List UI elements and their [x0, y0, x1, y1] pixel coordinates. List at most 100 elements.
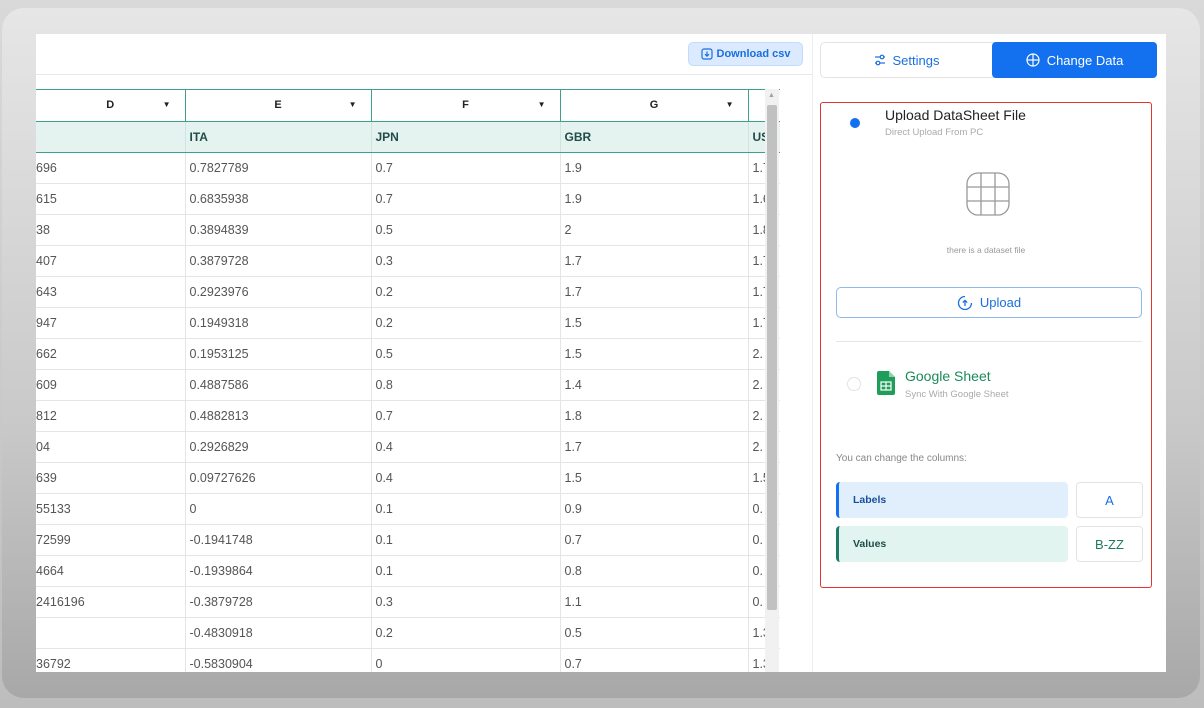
table-cell[interactable]: 0.2 [371, 307, 561, 339]
table-cell[interactable]: 947 [36, 307, 186, 339]
table-cell[interactable]: 55133 [36, 493, 186, 525]
table-row: 407 0.3879728 0.3 1.7 1.7 [36, 245, 780, 277]
values-column-input[interactable]: B-ZZ [1076, 526, 1143, 562]
table-cell[interactable]: 696 [36, 152, 186, 184]
table-cell[interactable]: 1.1 [560, 586, 749, 618]
download-csv-button[interactable]: Download csv [688, 42, 803, 66]
settings-sliders-icon [874, 54, 885, 66]
table-cell[interactable]: 0.4 [371, 462, 561, 494]
table-cell[interactable]: 1.5 [560, 338, 749, 370]
table-cell[interactable]: 0.7 [371, 400, 561, 432]
table-cell[interactable]: 0.4887586 [185, 369, 372, 401]
table-cell[interactable]: 1.7 [560, 431, 749, 463]
table-cell[interactable]: 662 [36, 338, 186, 370]
table-cell[interactable]: 0 [371, 648, 561, 672]
table-cell[interactable]: 0.9 [560, 493, 749, 525]
table-cell[interactable]: 0.3 [371, 586, 561, 618]
spreadsheet-grid[interactable]: D ▼ E ▼ F ▼ G ▼ ITA JPN GBR US 696 0.7827789 0.7 1.9 1… [36, 89, 780, 672]
table-cell[interactable]: 0.2 [371, 617, 561, 649]
table-cell[interactable]: -0.5830904 [185, 648, 372, 672]
table-cell[interactable]: 0.1 [371, 493, 561, 525]
column-letter: F [462, 99, 469, 111]
table-cell[interactable]: 0.5 [371, 338, 561, 370]
upload-button[interactable]: Upload [836, 287, 1142, 318]
labels-column-input[interactable]: A [1076, 482, 1143, 518]
table-cell[interactable]: 1.7 [560, 276, 749, 308]
vertical-scrollbar[interactable]: ▲ [765, 89, 779, 672]
column-dropdown-icon[interactable]: ▼ [349, 100, 357, 109]
table-cell[interactable]: 2416196 [36, 586, 186, 618]
table-cell[interactable]: 0.2 [371, 276, 561, 308]
table-cell[interactable]: 0.09727626 [185, 462, 372, 494]
column-letter: G [649, 99, 659, 111]
download-icon [700, 48, 713, 60]
table-cell[interactable]: 0.5 [560, 617, 749, 649]
table-cell[interactable]: -0.4830918 [185, 617, 372, 649]
table-cell[interactable]: 72599 [36, 524, 186, 556]
table-cell[interactable]: 0.4882813 [185, 400, 372, 432]
table-cell[interactable]: 1.9 [560, 183, 749, 215]
table-cell[interactable]: 0 [185, 493, 372, 525]
table-cell[interactable]: -0.1941748 [185, 524, 372, 556]
table-cell[interactable]: 615 [36, 183, 186, 215]
table-cell[interactable]: 4664 [36, 555, 186, 587]
table-cell[interactable]: 0.3 [371, 245, 561, 277]
table-cell[interactable]: 0.1949318 [185, 307, 372, 339]
table-cell[interactable]: 36792 [36, 648, 186, 672]
table-cell[interactable]: 639 [36, 462, 186, 494]
table-cell[interactable]: 38 [36, 214, 186, 246]
column-dropdown-icon[interactable]: ▼ [163, 100, 171, 109]
table-cell[interactable]: 0.6835938 [185, 183, 372, 215]
table-cell[interactable]: 04 [36, 431, 186, 463]
table-cell[interactable]: 0.2926829 [185, 431, 372, 463]
table-cell[interactable]: 0.4 [371, 431, 561, 463]
scrollbar-thumb[interactable] [767, 105, 777, 610]
table-cell[interactable]: 1.5 [560, 462, 749, 494]
column-letter-header[interactable]: F ▼ [371, 89, 561, 122]
table-cell[interactable] [36, 617, 186, 649]
table-cell[interactable]: 0.7 [560, 524, 749, 556]
table-cell[interactable]: 0.1 [371, 524, 561, 556]
table-cell[interactable]: 1.4 [560, 369, 749, 401]
table-cell[interactable]: 1.5 [560, 307, 749, 339]
table-cell[interactable]: 0.7827789 [185, 152, 372, 184]
column-letter: E [274, 99, 282, 111]
table-cell[interactable]: 0.8 [560, 555, 749, 587]
column-letter-header[interactable]: D ▼ [36, 89, 186, 122]
table-cell[interactable]: 0.7 [371, 183, 561, 215]
scroll-up-arrow[interactable]: ▲ [768, 92, 775, 99]
column-dropdown-icon[interactable]: ▼ [538, 100, 546, 109]
table-cell[interactable]: 0.1953125 [185, 338, 372, 370]
table-cell[interactable]: 643 [36, 276, 186, 308]
table-cell[interactable]: -0.1939864 [185, 555, 372, 587]
table-cell[interactable]: 812 [36, 400, 186, 432]
table-cell[interactable]: 2 [560, 214, 749, 246]
table-cell[interactable]: 407 [36, 245, 186, 277]
table-cell[interactable]: 1.7 [560, 245, 749, 277]
column-name-header: ITA [185, 121, 372, 153]
table-cell[interactable]: 609 [36, 369, 186, 401]
upload-button-label: Upload [979, 295, 1022, 310]
data-table-area: Download csv D ▼ E ▼ F ▼ G ▼ ITA JPN GBR US 696 0.7… [36, 34, 812, 672]
table-cell[interactable]: 0.1 [371, 555, 561, 587]
table-cell[interactable]: 0.3879728 [185, 245, 372, 277]
table-cell[interactable]: 0.2923976 [185, 276, 372, 308]
column-dropdown-icon[interactable]: ▼ [726, 100, 734, 109]
table-cell[interactable]: 1.8 [560, 400, 749, 432]
tab-change-data[interactable]: Change Data [992, 42, 1157, 78]
table-cell[interactable]: 0.7 [371, 152, 561, 184]
table-cell[interactable]: -0.3879728 [185, 586, 372, 618]
tab-settings[interactable]: Settings [821, 43, 991, 77]
table-cell[interactable]: 0.7 [560, 648, 749, 672]
tab-settings-label: Settings [892, 52, 940, 68]
table-cell[interactable]: 0.8 [371, 369, 561, 401]
table-row: 55133 0 0.1 0.9 0. [36, 493, 780, 525]
column-letter-header[interactable]: E ▼ [185, 89, 372, 122]
google-sheet-radio[interactable] [847, 377, 861, 391]
values-field-label: Values [853, 538, 887, 550]
upload-radio-selected[interactable] [849, 117, 861, 129]
table-cell[interactable]: 1.9 [560, 152, 749, 184]
table-cell[interactable]: 0.5 [371, 214, 561, 246]
table-cell[interactable]: 0.3894839 [185, 214, 372, 246]
column-letter-header[interactable]: G ▼ [560, 89, 749, 122]
